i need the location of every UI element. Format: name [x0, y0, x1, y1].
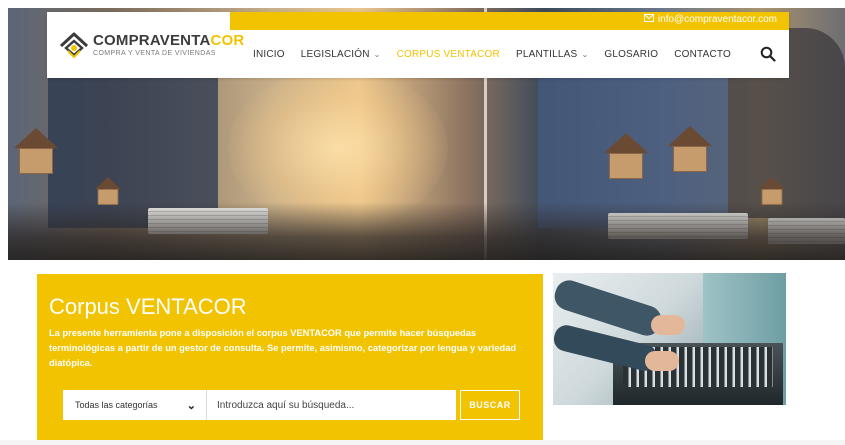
hand-shape: [651, 315, 685, 335]
page-bottom-rule: [0, 440, 845, 445]
house-model-icon: [668, 126, 712, 172]
nav-item-plantillas[interactable]: PLANTILLAS ⌄: [516, 49, 588, 60]
house-model-icon: [604, 133, 648, 179]
category-select-value: Todas las categorías: [75, 400, 158, 410]
nav-item-legislacion[interactable]: LEGISLACIÓN ⌄: [301, 49, 381, 60]
chevron-down-icon: ⌄: [186, 399, 196, 412]
house-logo-icon: [59, 30, 89, 60]
chevron-down-icon: ⌄: [581, 50, 589, 59]
hero-desk: [8, 202, 845, 260]
nav-item-corpus-ventacor[interactable]: CORPUS VENTACOR: [397, 49, 500, 60]
site-logo[interactable]: COMPRAVENTACOR COMPRA Y VENTA DE VIVIEND…: [47, 12, 244, 78]
corpus-description: La presente herramienta pone a disposici…: [49, 328, 517, 368]
corpus-title: Corpus VENTACOR: [49, 294, 247, 319]
search-button[interactable]: BUSCAR: [460, 390, 520, 420]
filing-cabinet-image: [553, 273, 786, 405]
email-text: info@compraventacor.com: [657, 14, 777, 25]
email-link[interactable]: info@compraventacor.com: [643, 14, 777, 25]
site-header: COMPRAVENTACOR COMPRA Y VENTA DE VIVIEND…: [47, 12, 789, 78]
chevron-down-icon: ⌄: [373, 50, 381, 59]
hand-shape: [645, 351, 679, 371]
mail-icon: [643, 14, 654, 25]
main-nav: INICIO LEGISLACIÓN ⌄ CORPUS VENTACOR PLAN…: [253, 49, 747, 60]
house-model-icon: [14, 128, 58, 174]
nav-item-glosario[interactable]: GLOSARIO: [604, 49, 658, 60]
nav-item-contacto[interactable]: CONTACTO: [674, 49, 731, 60]
house-model-icon: [758, 177, 786, 205]
logo-title: COMPRAVENTACOR: [93, 31, 245, 49]
corpus-panel: Corpus VENTACOR La presente herramienta …: [37, 274, 543, 440]
search-icon[interactable]: [760, 46, 776, 62]
logo-subtitle: COMPRA Y VENTA DE VIVIENDAS: [93, 49, 216, 57]
nav-item-inicio[interactable]: INICIO: [253, 49, 285, 60]
corpus-search-form: Todas las categorías ⌄ BUSCAR: [63, 390, 520, 420]
category-select[interactable]: Todas las categorías ⌄: [63, 390, 206, 420]
house-model-icon: [94, 177, 122, 205]
top-contact-bar: info@compraventacor.com: [230, 12, 789, 30]
search-input[interactable]: [207, 390, 456, 420]
